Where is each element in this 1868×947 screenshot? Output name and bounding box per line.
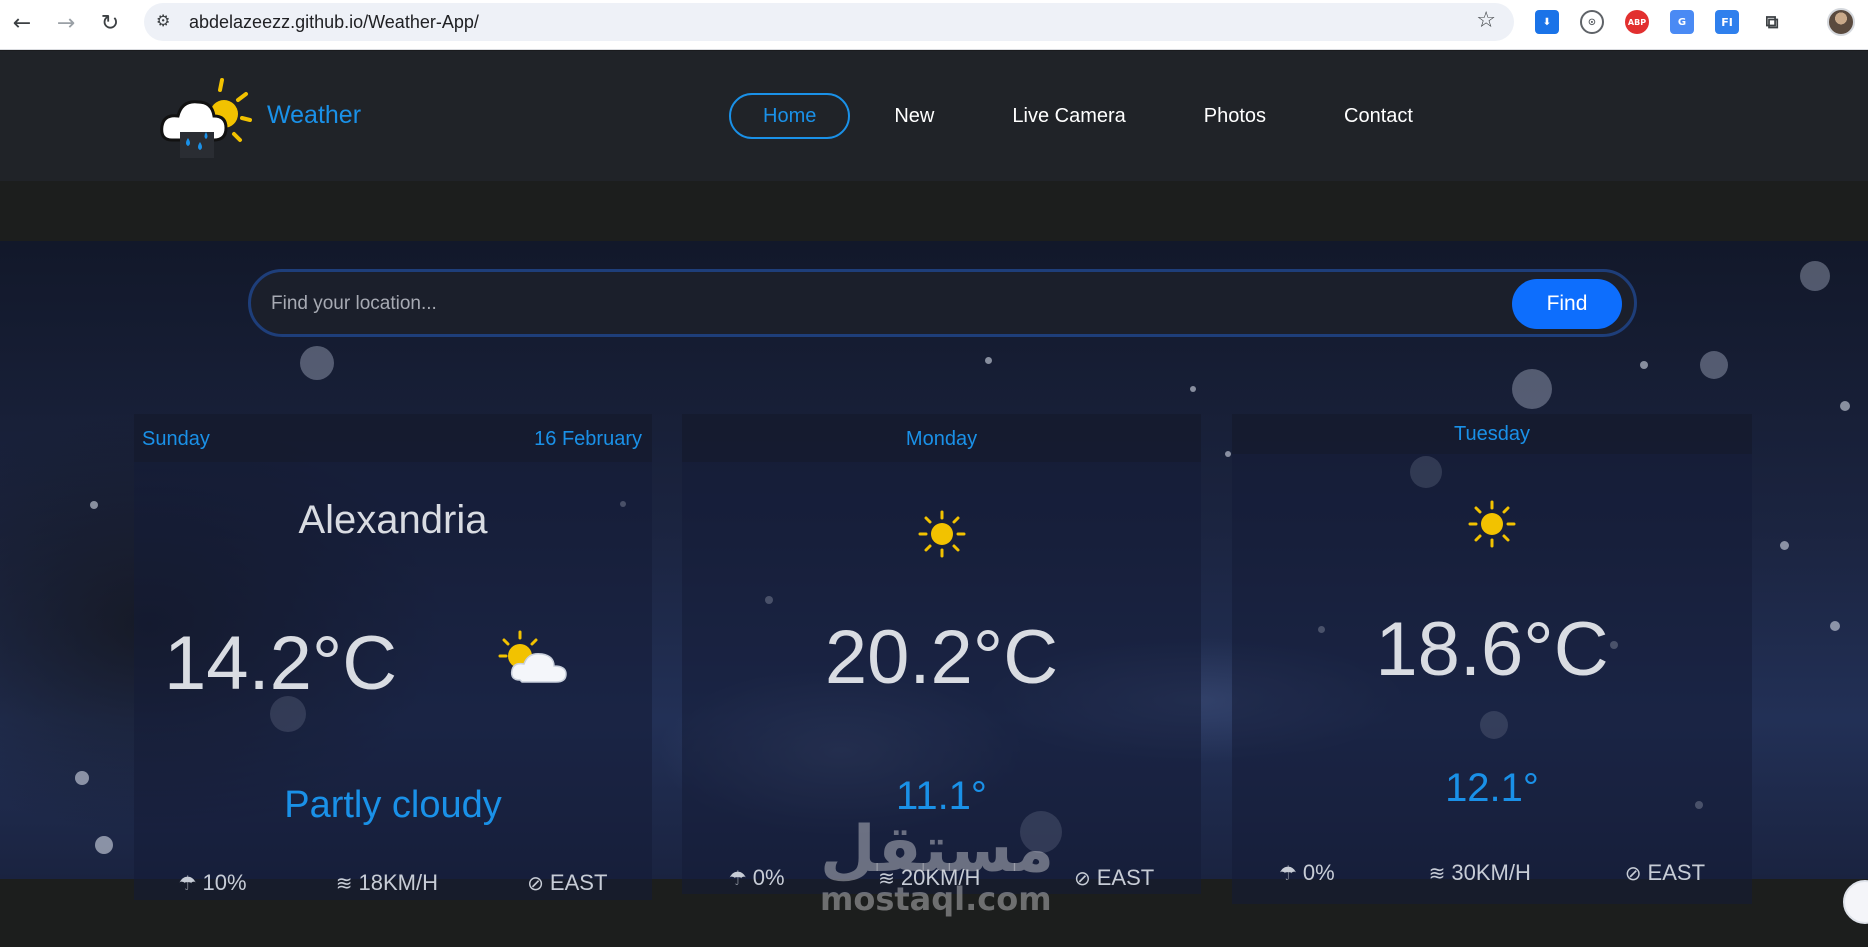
day-label: Tuesday: [1454, 423, 1530, 445]
today-stats: ☂ 10% ≋ 18KM/H ⊘ EAST: [134, 870, 652, 896]
nav-live-camera[interactable]: Live Camera: [978, 93, 1159, 139]
watermark-arabic: مستقل: [820, 813, 1056, 887]
arrow-right-icon[interactable]: →: [52, 9, 80, 37]
max-temp: 18.6°C: [1375, 607, 1609, 692]
nav-home[interactable]: Home: [729, 93, 851, 139]
date-label: 16 February: [534, 428, 642, 450]
rain-stat: ☂ 0%: [1279, 860, 1335, 886]
browser-toolbar: ← → ↻ ⚙ abdelazeezz.github.io/Weather-Ap…: [0, 0, 1868, 50]
condition-text: Partly cloudy: [284, 784, 502, 826]
main-nav: Home New Live Camera Photos Contact: [729, 93, 1457, 139]
rain-value: 10%: [202, 870, 247, 895]
wind-icon: ≋: [335, 871, 353, 895]
nav-contact[interactable]: Contact: [1310, 93, 1447, 139]
partly-cloudy-icon: [498, 630, 567, 683]
watermark: مستقل mostaql.com: [820, 813, 1056, 918]
translate-icon[interactable]: G: [1670, 10, 1694, 34]
umbrella-icon: ☂: [178, 871, 197, 895]
current-temp: 14.2°C: [164, 621, 398, 706]
card-header: Sunday 16 February: [134, 414, 652, 462]
card-header: Monday: [682, 414, 1201, 462]
direction-stat: ⊘ EAST: [527, 870, 607, 896]
weather-logo-icon: [160, 78, 252, 158]
forecast-card: Tuesday 18.6°C 12.1° ☂ 0% ≋ 30KM/H ⊘ EAST: [1232, 414, 1752, 904]
rain-stat: ☂ 0%: [729, 865, 785, 891]
nav-new[interactable]: New: [860, 93, 968, 139]
today-card: Sunday 16 February Alexandria 14.2°C Par…: [134, 414, 652, 900]
direction-stat: ⊘ EAST: [1074, 865, 1154, 891]
download-icon[interactable]: ⬇: [1535, 10, 1559, 34]
direction-value: EAST: [1647, 860, 1706, 885]
day-label: Sunday: [142, 428, 210, 450]
direction-value: EAST: [549, 870, 608, 895]
umbrella-icon: ☂: [728, 866, 747, 890]
puzzle-icon[interactable]: ⧉: [1760, 10, 1784, 34]
day-label: Monday: [905, 428, 978, 450]
card-header: Tuesday: [1232, 414, 1752, 454]
watermark-latin: mostaql.com: [820, 880, 1052, 918]
wind-value: 30KM/H: [1451, 860, 1531, 885]
umbrella-icon: ☂: [1278, 861, 1297, 885]
sun-icon: [1468, 500, 1516, 548]
site-info-icon[interactable]: ⚙: [156, 11, 178, 33]
max-temp: 20.2°C: [824, 615, 1059, 700]
spacer-band: [0, 181, 1868, 241]
sun-icon: [918, 510, 966, 558]
compass-icon: ⊘: [527, 871, 544, 895]
direction-stat: ⊘ EAST: [1625, 860, 1705, 886]
nav-photos[interactable]: Photos: [1170, 93, 1300, 139]
compass-icon: ⊘: [1073, 866, 1091, 890]
rain-value: 0%: [1302, 860, 1335, 885]
arrow-left-icon[interactable]: ←: [8, 9, 36, 37]
wind-stat: ≋ 30KM/H: [1429, 860, 1531, 886]
min-temp: 12.1°: [1445, 766, 1539, 810]
adblock-icon[interactable]: ABP: [1625, 10, 1649, 34]
star-icon[interactable]: ☆: [1476, 8, 1496, 33]
avatar[interactable]: [1827, 8, 1855, 36]
compass-icon: ⊘: [1624, 861, 1642, 885]
rain-stat: ☂ 10%: [179, 870, 247, 896]
wind-icon: ≋: [1428, 861, 1446, 885]
code-icon[interactable]: ⊙: [1580, 10, 1604, 34]
wind-value: 18KM/H: [358, 870, 438, 895]
site-header: Weather Home New Live Camera Photos Cont…: [0, 51, 1868, 181]
reload-icon[interactable]: ↻: [96, 9, 124, 37]
address-bar[interactable]: ⚙ abdelazeezz.github.io/Weather-App/ ☆: [144, 3, 1514, 41]
search-input[interactable]: [271, 286, 1451, 322]
url-text[interactable]: abdelazeezz.github.io/Weather-App/: [189, 12, 479, 33]
city-name: Alexandria: [298, 498, 488, 542]
fi-icon[interactable]: FI: [1715, 10, 1739, 34]
rain-value: 0%: [752, 865, 785, 890]
direction-value: EAST: [1096, 865, 1155, 890]
brand-name[interactable]: Weather: [267, 101, 361, 130]
forecast-stats: ☂ 0% ≋ 30KM/H ⊘ EAST: [1232, 860, 1752, 886]
wind-stat: ≋ 18KM/H: [336, 870, 438, 896]
find-button[interactable]: Find: [1512, 279, 1622, 329]
search-bar: Find: [248, 269, 1637, 337]
